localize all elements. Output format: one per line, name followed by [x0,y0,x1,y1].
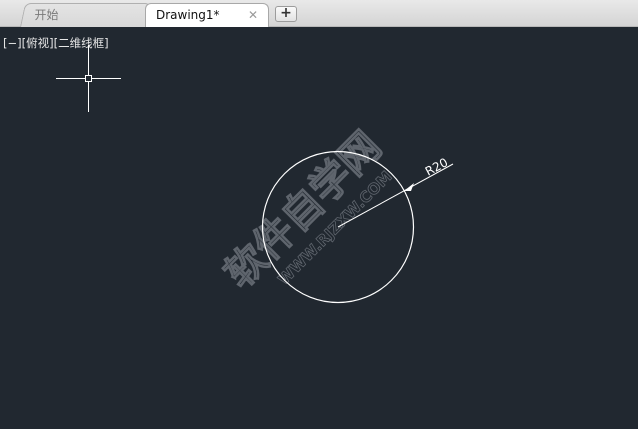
tab-drawing1[interactable]: Drawing1* ✕ [145,3,269,27]
drawing-canvas[interactable]: 软件自学网 WWW.RJZXW.COM R20 [0,28,638,429]
tab-start[interactable]: 开始 [20,3,152,27]
tab-start-label: 开始 [34,8,59,22]
close-icon[interactable]: ✕ [248,4,258,26]
document-tab-bar: 开始 Drawing1* ✕ + [0,0,638,27]
dimension-arrowhead [404,183,414,191]
new-tab-button[interactable]: + [275,6,297,22]
tab-drawing1-label: Drawing1* [156,8,220,22]
watermark: 软件自学网 WWW.RJZXW.COM [216,123,396,298]
crosshair-cursor-icon [56,45,121,112]
plus-icon: + [280,5,292,21]
dimension-text: R20 [423,155,450,178]
